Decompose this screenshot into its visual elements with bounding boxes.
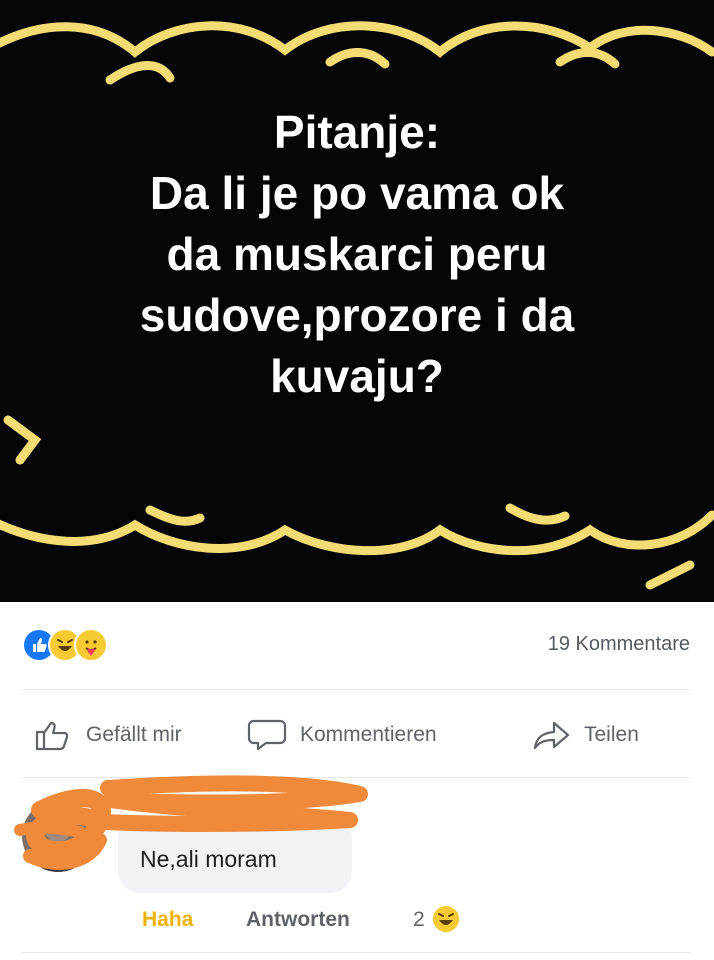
question-line: kuvaju? [270, 350, 444, 402]
post-question-text: Pitanje: Da li je po vama ok da muskarci… [40, 102, 674, 407]
comment-reply-link[interactable]: Antworten [246, 908, 350, 932]
reaction-summary[interactable] [22, 628, 132, 662]
comment-bubble-icon [247, 719, 287, 751]
comment-button[interactable]: Kommentieren [246, 718, 437, 752]
haha-icon [431, 904, 461, 934]
comment-reaction-count[interactable]: 2 [413, 908, 425, 932]
redaction-scribble [14, 775, 368, 870]
share-button[interactable]: Teilen [532, 718, 639, 752]
care-icon [74, 628, 108, 662]
share-label: Teilen [584, 723, 639, 746]
divider [22, 952, 690, 953]
thumbs-up-icon [35, 721, 69, 751]
share-arrow-icon [533, 721, 570, 750]
question-line: Da li je po vama ok [149, 167, 565, 219]
question-line: Pitanje: [273, 106, 441, 158]
question-line: sudove,prozore i da [139, 289, 575, 341]
comment-haha-link[interactable]: Haha [142, 908, 193, 932]
like-button[interactable]: Gefällt mir [34, 718, 182, 752]
like-label: Gefällt mir [86, 723, 182, 746]
comments-count[interactable]: 19 Kommentare [548, 633, 690, 656]
post-image[interactable]: Pitanje: Da li je po vama ok da muskarci… [0, 0, 714, 602]
question-line: da muskarci peru [166, 228, 548, 280]
comment-label: Kommentieren [300, 723, 437, 746]
divider [22, 689, 690, 690]
